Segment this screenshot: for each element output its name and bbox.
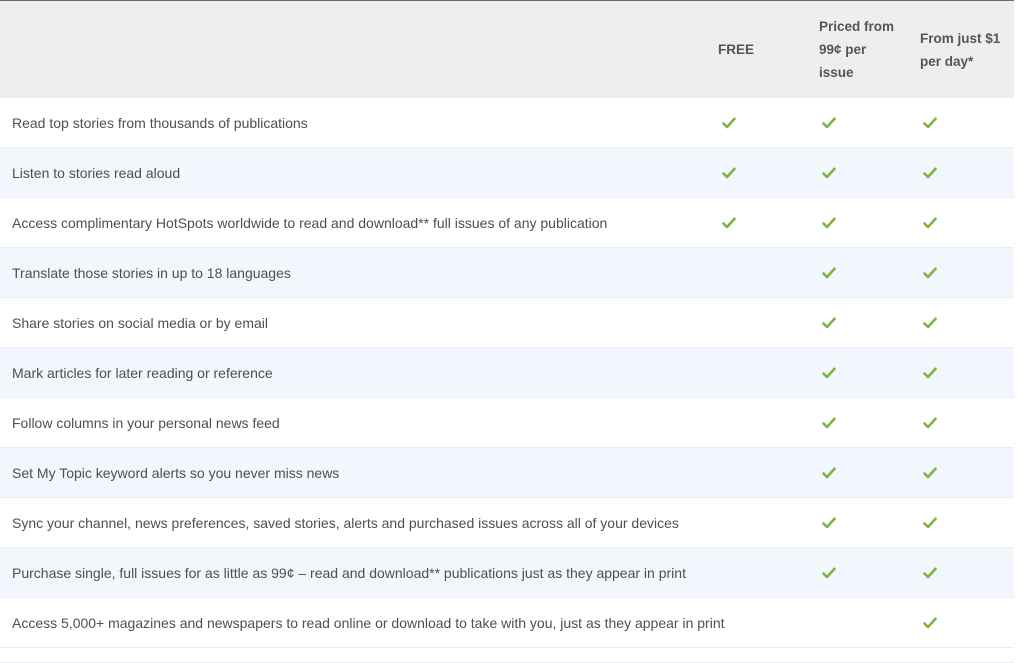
checkmark-icon (923, 117, 937, 128)
check-day (922, 548, 938, 597)
check-priced (821, 448, 837, 497)
checkmark-icon (923, 417, 937, 428)
header-priced-line: 99¢ per (819, 42, 867, 57)
checkmark-icon (923, 567, 937, 578)
header-priced-line: issue (819, 65, 854, 80)
checkmark-icon (822, 417, 836, 428)
table-row-partial (0, 648, 1014, 663)
checkmark-icon (923, 467, 937, 478)
table-row: Share stories on social media or by emai… (0, 298, 1014, 348)
check-day (922, 248, 938, 297)
check-day (922, 298, 938, 347)
header-free-line: FREE (718, 42, 755, 57)
checkmark-icon (722, 217, 736, 228)
table-row: Read top stories from thousands of publi… (0, 98, 1014, 148)
checkmark-icon (923, 267, 937, 278)
feature-label: Share stories on social media or by emai… (12, 314, 269, 331)
check-priced (821, 398, 837, 447)
check-day (922, 148, 938, 197)
feature-label: Read top stories from thousands of publi… (12, 114, 308, 131)
checkmark-icon (923, 217, 937, 228)
feature-label: Set My Topic keyword alerts so you never… (12, 464, 340, 481)
checkmark-icon (822, 267, 836, 278)
table-row: Set My Topic keyword alerts so you never… (0, 448, 1014, 498)
header-free: FREE (718, 1, 798, 98)
check-priced (821, 248, 837, 297)
checkmark-icon (822, 217, 836, 228)
table-header: FREE Priced from 99¢ per issue From just… (0, 1, 1014, 98)
table-row: Access complimentary HotSpots worldwide … (0, 198, 1014, 248)
checkmark-icon (822, 517, 836, 528)
feature-label: Translate those stories in up to 18 lang… (12, 264, 291, 281)
table-row: Mark articles for later reading or refer… (0, 348, 1014, 398)
feature-label: Mark articles for later reading or refer… (12, 364, 273, 381)
check-priced (821, 148, 837, 197)
checkmark-icon (822, 467, 836, 478)
check-day (922, 398, 938, 447)
checkmark-icon (923, 617, 937, 628)
checkmark-icon (822, 567, 836, 578)
header-per-day: From just $1 per day* (920, 1, 1010, 98)
checkmark-icon (822, 317, 836, 328)
feature-label: Listen to stories read aloud (12, 164, 181, 181)
check-free (721, 198, 737, 247)
checkmark-icon (822, 367, 836, 378)
check-priced (821, 498, 837, 547)
check-priced (821, 198, 837, 247)
checkmark-icon (722, 117, 736, 128)
check-priced (821, 98, 837, 147)
checkmark-icon (822, 167, 836, 178)
feature-label: Access complimentary HotSpots worldwide … (12, 214, 608, 231)
table-body: Read top stories from thousands of publi… (0, 98, 1014, 648)
table-row: Purchase single, full issues for as litt… (0, 548, 1014, 598)
checkmark-icon (923, 517, 937, 528)
feature-label: Follow columns in your personal news fee… (12, 414, 280, 431)
header-per-day-line: per day* (920, 53, 974, 69)
check-day (922, 198, 938, 247)
check-day (922, 98, 938, 147)
check-priced (821, 348, 837, 397)
plan-comparison-table: FREE Priced from 99¢ per issue From just… (0, 0, 1014, 663)
feature-label: Purchase single, full issues for as litt… (12, 564, 686, 581)
feature-label: Sync your channel, news preferences, sav… (12, 514, 679, 531)
check-day (922, 348, 938, 397)
check-priced (821, 548, 837, 597)
table-row: Follow columns in your personal news fee… (0, 398, 1014, 448)
checkmark-icon (822, 117, 836, 128)
check-free (721, 148, 737, 197)
header-priced-line: Priced from (819, 19, 895, 34)
check-priced (821, 298, 837, 347)
header-priced: Priced from 99¢ per issue (819, 1, 901, 98)
checkmark-icon (722, 167, 736, 178)
table-row: Listen to stories read aloud (0, 148, 1014, 198)
table-row: Translate those stories in up to 18 lang… (0, 248, 1014, 298)
check-free (721, 98, 737, 147)
feature-label: Access 5,000+ magazines and newspapers t… (12, 614, 725, 631)
check-day (922, 448, 938, 497)
check-day (922, 598, 938, 647)
checkmark-icon (923, 317, 937, 328)
header-per-day-line: From just $1 (920, 30, 1001, 46)
table-row: Sync your channel, news preferences, sav… (0, 498, 1014, 548)
table-row: Access 5,000+ magazines and newspapers t… (0, 598, 1014, 648)
checkmark-icon (923, 367, 937, 378)
checkmark-icon (923, 167, 937, 178)
check-day (922, 498, 938, 547)
